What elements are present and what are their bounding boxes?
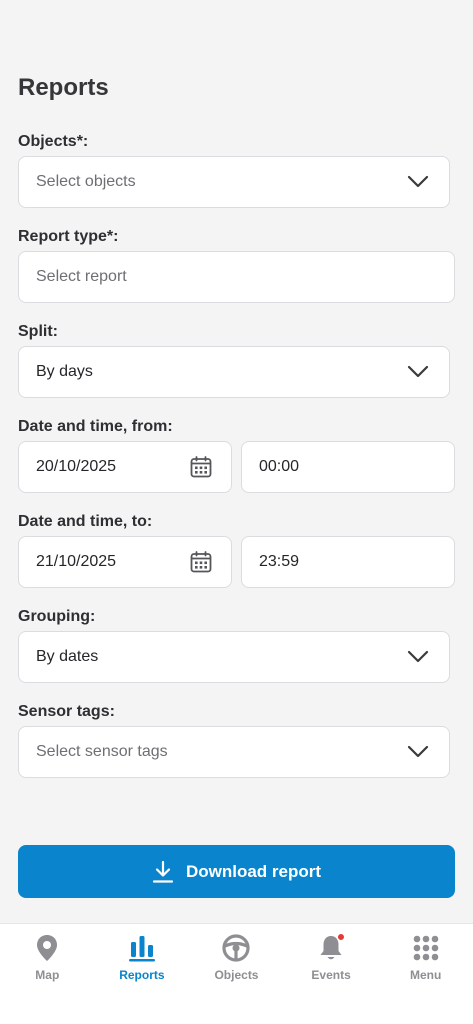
- download-report-button[interactable]: Download report: [18, 845, 455, 898]
- grouping-value: By dates: [36, 648, 99, 665]
- chevron-down-icon: [407, 650, 429, 663]
- split-select[interactable]: By days: [18, 346, 450, 398]
- tab-events-label: Events: [311, 968, 351, 982]
- download-report-label: Download report: [185, 861, 322, 881]
- chevron-down-icon: [407, 365, 429, 378]
- time-to-value: 23:59: [259, 553, 300, 570]
- split-value: By days: [36, 363, 93, 380]
- time-from-field[interactable]: 00:00: [241, 441, 455, 493]
- tab-map[interactable]: Map: [0, 924, 95, 1024]
- time-to-field[interactable]: 23:59: [241, 536, 455, 588]
- objects-select-placeholder: Select objects: [36, 173, 136, 190]
- download-icon: [152, 860, 174, 883]
- page-title: Reports: [18, 74, 109, 101]
- chevron-down-icon: [407, 745, 429, 758]
- reports-screen: Reports Objects*: Select objects Report …: [0, 0, 473, 1024]
- calendar-icon[interactable]: [189, 550, 213, 574]
- steering-wheel-icon: [221, 933, 251, 963]
- map-pin-icon: [32, 933, 62, 963]
- grid-icon: [411, 933, 441, 963]
- bell-icon: [316, 933, 346, 963]
- objects-select[interactable]: Select objects: [18, 156, 450, 208]
- tab-objects[interactable]: Objects: [189, 924, 284, 1024]
- report-type-select[interactable]: Select report: [18, 251, 455, 303]
- calendar-icon[interactable]: [189, 455, 213, 479]
- grouping-select[interactable]: By dates: [18, 631, 450, 683]
- chevron-down-icon: [407, 175, 429, 188]
- sensor-tags-label: Sensor tags:: [18, 703, 115, 720]
- grouping-label: Grouping:: [18, 608, 96, 625]
- split-label: Split:: [18, 323, 58, 340]
- date-to-field[interactable]: 21/10/2025: [18, 536, 232, 588]
- date-from-value: 20/10/2025: [36, 458, 117, 475]
- tab-objects-label: Objects: [214, 968, 259, 982]
- tab-menu[interactable]: Menu: [378, 924, 473, 1024]
- tab-events[interactable]: Events: [284, 924, 379, 1024]
- tab-reports[interactable]: Reports: [95, 924, 190, 1024]
- objects-label: Objects*:: [18, 133, 89, 150]
- tab-menu-label: Menu: [410, 968, 442, 982]
- report-type-label: Report type*:: [18, 228, 119, 245]
- bottom-tab-bar: Map Reports Objects Events Menu: [0, 923, 473, 1024]
- sensor-tags-placeholder: Select sensor tags: [36, 743, 168, 760]
- date-from-field[interactable]: 20/10/2025: [18, 441, 232, 493]
- report-type-placeholder: Select report: [36, 268, 127, 285]
- date-to-value: 21/10/2025: [36, 553, 117, 570]
- time-from-value: 00:00: [259, 458, 300, 475]
- tab-reports-label: Reports: [119, 968, 165, 982]
- date-from-label: Date and time, from:: [18, 418, 173, 435]
- date-to-label: Date and time, to:: [18, 513, 153, 530]
- tab-map-label: Map: [35, 968, 60, 982]
- bar-chart-icon: [127, 933, 157, 963]
- sensor-tags-select[interactable]: Select sensor tags: [18, 726, 450, 778]
